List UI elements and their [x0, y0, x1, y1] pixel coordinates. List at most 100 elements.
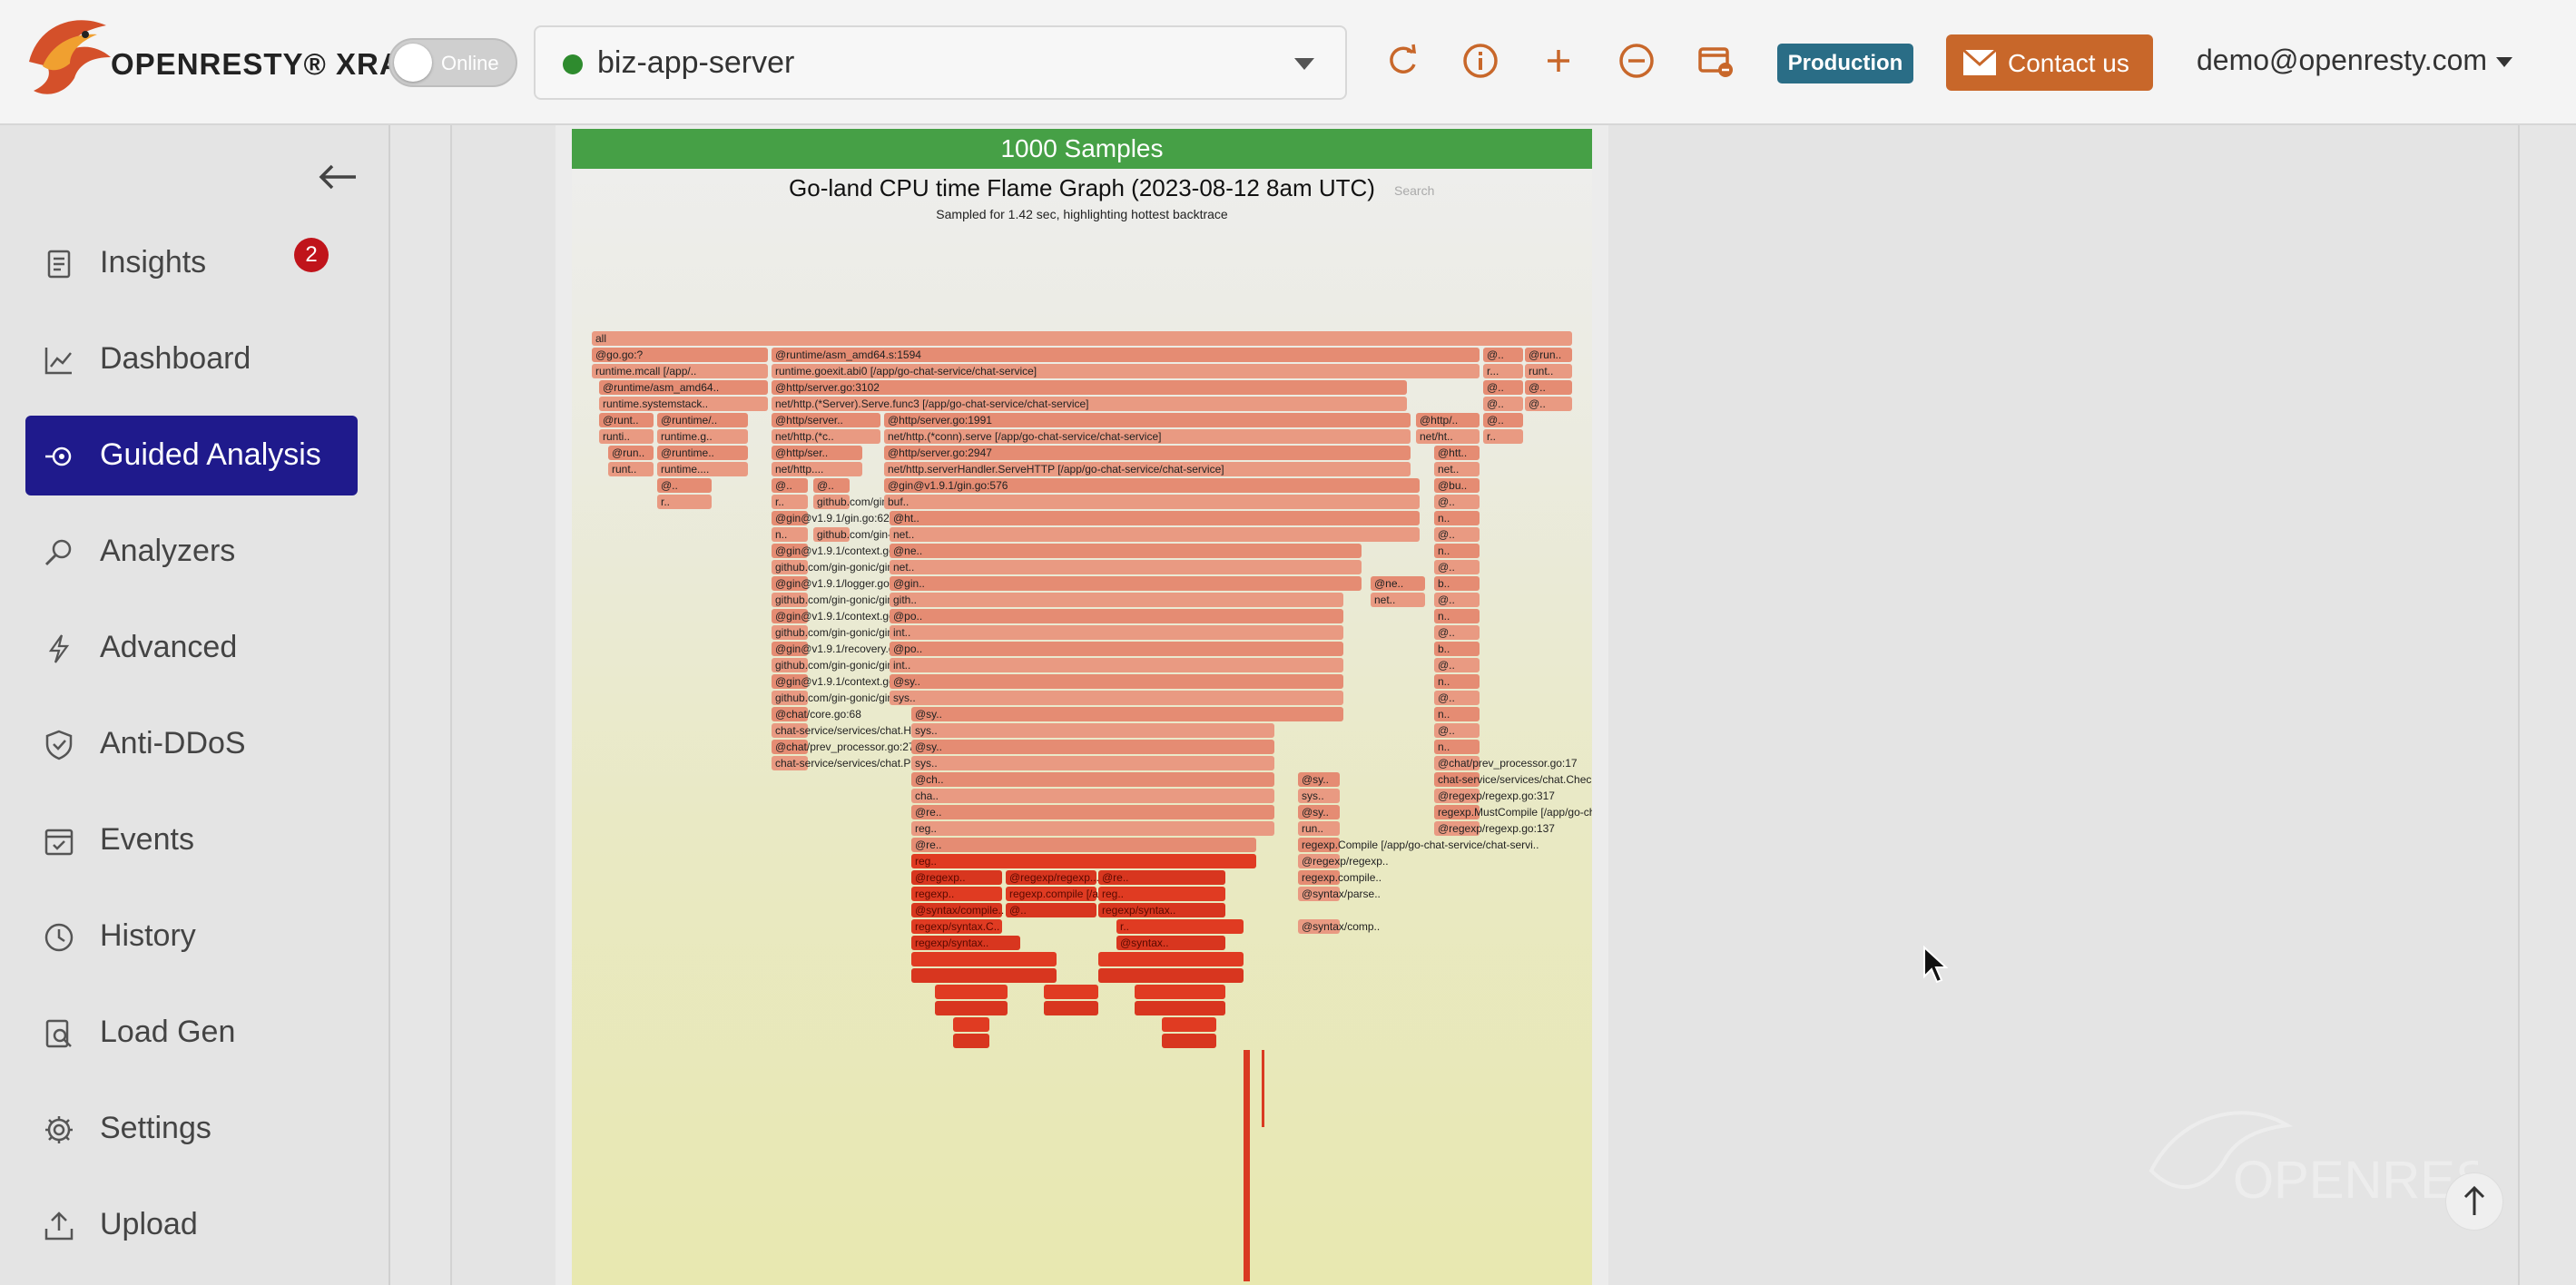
chevron-down-icon[interactable] [1294, 58, 1314, 70]
flame-frame[interactable] [1044, 985, 1098, 999]
flame-frame[interactable] [1098, 952, 1244, 966]
flame-frame[interactable] [890, 576, 1362, 591]
flame-frame[interactable] [890, 625, 1343, 640]
info-icon[interactable] [1460, 40, 1501, 82]
flame-frame[interactable] [1116, 919, 1244, 934]
arrow-left-icon[interactable] [318, 163, 358, 191]
flame-frame-label: @chat/prev_processor.go:17 [1438, 757, 1578, 770]
flame-frame[interactable] [911, 723, 1274, 738]
flame-frame-label: regexp.. [915, 888, 954, 900]
flame-frame[interactable] [953, 1017, 989, 1032]
flame-frame-label: @sy.. [1302, 806, 1329, 819]
flame-frame[interactable] [890, 609, 1343, 623]
flame-frame[interactable] [911, 707, 1343, 721]
plus-icon[interactable] [1538, 40, 1579, 82]
flame-frame[interactable] [1244, 1050, 1250, 1281]
openresty-xray-logo[interactable]: OPENRESTY® XRAY [20, 7, 419, 107]
flame-frame-label: @.. [661, 479, 678, 492]
mouse-cursor-icon [1923, 946, 1948, 984]
flame-frame[interactable] [884, 495, 1420, 509]
flame-frame-label: @runtime/asm_amd64.s:1594 [775, 348, 921, 361]
flame-frame[interactable] [890, 560, 1362, 574]
flame-frame[interactable] [1162, 1017, 1216, 1032]
online-toggle[interactable]: Online [388, 38, 517, 87]
flame-frame-label: n.. [1438, 708, 1450, 721]
flame-frame[interactable] [911, 821, 1274, 836]
sidebar-item-history[interactable]: History [25, 897, 358, 976]
flame-frame-label: @regexp/regexp.. [1302, 855, 1389, 868]
card-minus-icon[interactable] [1694, 40, 1735, 82]
flame-frame[interactable] [911, 952, 1057, 966]
flame-frame-label: @po.. [893, 642, 922, 655]
flame-frame-label: net/http.(*conn).serve [/app/go-chat-ser… [888, 430, 1161, 443]
flame-frame[interactable] [1135, 985, 1225, 999]
flame-frame[interactable] [890, 691, 1343, 705]
insights-icon [44, 249, 74, 280]
flame-frame-label: net/http.... [775, 463, 823, 476]
flame-frame[interactable] [890, 674, 1343, 689]
user-menu[interactable]: demo@openresty.com [2197, 44, 2513, 77]
flame-frame[interactable] [890, 527, 1420, 542]
flame-frame[interactable] [911, 805, 1274, 819]
flamegraph-svg[interactable]: all @go.go:? @runtime/asm_amd64.s:1594 @.. @… [572, 129, 1592, 1285]
flame-frame-label: @.. [1009, 904, 1027, 917]
sidebar-item-insights[interactable]: Insights 2 [25, 223, 358, 303]
flame-frame[interactable] [1162, 1034, 1216, 1048]
contact-us-button[interactable]: Contact us [1946, 34, 2153, 91]
flame-frame[interactable] [890, 511, 1420, 525]
flame-frame-label: regexp.compile.. [1302, 871, 1381, 884]
sidebar-item-guided-analysis[interactable]: Guided Analysis [25, 416, 358, 495]
toggle-knob[interactable] [394, 44, 432, 82]
sidebar-item-analyzers[interactable]: Analyzers [25, 512, 358, 592]
flame-frame[interactable] [911, 838, 1256, 852]
flame-frame[interactable] [911, 756, 1274, 770]
flame-frame[interactable] [1044, 1001, 1098, 1015]
flame-frame-label: runtime.... [661, 463, 709, 476]
flame-frame[interactable] [935, 985, 1008, 999]
flame-frame-label: @runtime/asm_amd64.. [603, 381, 719, 394]
flame-frame[interactable] [911, 740, 1274, 754]
flame-frame[interactable] [911, 772, 1274, 787]
flame-frame-label: chat-service/services/chat.CheckMessage … [1438, 773, 1592, 786]
flame-frame[interactable] [890, 658, 1343, 672]
refresh-icon[interactable] [1381, 40, 1423, 82]
flame-frame-label: @sy.. [915, 741, 942, 753]
sidebar-item-upload[interactable]: Upload [25, 1185, 358, 1265]
flame-frame[interactable] [935, 1001, 1008, 1015]
arrow-up-icon [2463, 1185, 2485, 1215]
sidebar-item-label: Insights 2 [100, 238, 329, 280]
flame-frame[interactable] [1135, 1001, 1225, 1015]
flamegraph-canvas[interactable]: 1000 Samples Go-land CPU time Flame Grap… [572, 129, 1592, 1285]
flame-frame[interactable] [911, 854, 1256, 868]
flame-frame[interactable] [953, 1034, 989, 1048]
flame-frame[interactable] [592, 331, 1572, 346]
flame-frame[interactable] [890, 544, 1362, 558]
flame-frame[interactable] [890, 593, 1343, 607]
flame-frame[interactable] [1098, 968, 1244, 983]
sidebar-item-label: Settings [100, 1111, 211, 1145]
server-select[interactable]: biz-app-server [534, 25, 1347, 100]
flame-frame-label: net/ht.. [1420, 430, 1453, 443]
flame-frame-label: @.. [1529, 381, 1546, 394]
flame-frame-label: run.. [1302, 822, 1323, 835]
flame-frame[interactable] [890, 642, 1343, 656]
sidebar-item-dashboard[interactable]: Dashboard [25, 319, 358, 399]
flame-frame-label: @.. [1438, 659, 1455, 672]
sidebar-item-events[interactable]: Events [25, 800, 358, 880]
flame-frame-label: @.. [1529, 397, 1546, 410]
minus-icon[interactable] [1616, 40, 1657, 82]
sidebar: Insights 2 Dashboard Guided Analysis Anal… [0, 125, 390, 1285]
sidebar-item-settings[interactable]: Settings [25, 1089, 358, 1169]
sidebar-item-advanced[interactable]: Advanced [25, 608, 358, 688]
flame-frame-label: @regexp.. [915, 871, 966, 884]
sidebar-item-label: Advanced [100, 630, 238, 664]
flame-frame[interactable] [911, 789, 1274, 803]
sidebar-item-load-gen[interactable]: Load Gen [25, 993, 358, 1073]
flame-frame[interactable] [911, 968, 1057, 983]
scroll-to-top-button[interactable] [2445, 1172, 2503, 1231]
upload-icon [44, 1211, 74, 1241]
flame-frame-label: @ne.. [1374, 577, 1403, 590]
sidebar-item-anti-ddos[interactable]: Anti-DDoS [25, 704, 358, 784]
openresty-watermark: OPENRESTY [2148, 1111, 2478, 1210]
flame-frame[interactable] [1262, 1050, 1264, 1127]
